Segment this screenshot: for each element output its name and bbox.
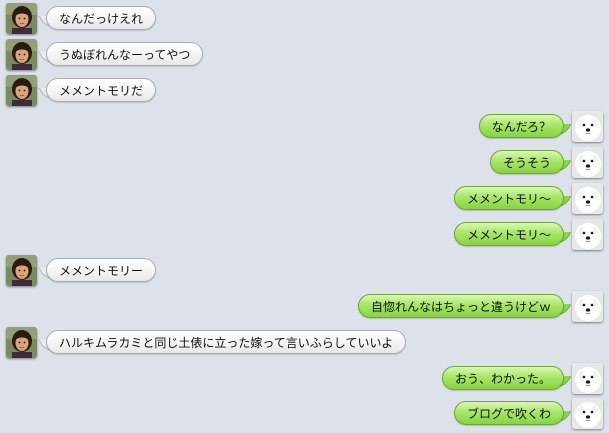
message-text: ブログで吹くわ xyxy=(466,407,551,421)
white-dog-avatar-icon xyxy=(572,111,603,142)
white-dog-avatar-icon xyxy=(572,291,603,322)
message-text: なんだっけえれ xyxy=(59,12,144,26)
incoming-message-bubble: メメントモリだ xyxy=(46,78,157,102)
outgoing-message-bubble: メメントモリ〜 xyxy=(453,222,564,246)
woman-avatar-icon xyxy=(6,3,37,34)
message-row: うぬぼれんなーってやつ xyxy=(0,39,609,73)
outgoing-message-bubble: 自惚れんなはちょっと違うけどｗ xyxy=(357,294,564,318)
message-row: おう、わかった。 xyxy=(0,363,609,397)
incoming-message-bubble: ハルキムラカミと同じ土俵に立った嫁って言いふらしていいよ xyxy=(46,330,407,354)
message-row: 自惚れんなはちょっと違うけどｗ xyxy=(0,291,609,325)
white-dog-avatar-icon xyxy=(572,398,603,429)
message-row: メメントモリ〜 xyxy=(0,219,609,253)
message-text: メメントモリー xyxy=(59,264,144,278)
message-row: なんだろ？ xyxy=(0,111,609,145)
outgoing-message-bubble: おう、わかった。 xyxy=(441,366,564,390)
outgoing-message-bubble: なんだろ？ xyxy=(478,114,564,138)
outgoing-message-bubble: メメントモリ〜 xyxy=(453,186,564,210)
incoming-message-bubble: メメントモリー xyxy=(46,258,157,282)
message-row: なんだっけえれ xyxy=(0,3,609,37)
message-text: うぬぼれんなーってやつ xyxy=(59,48,191,62)
message-text: 自惚れんなはちょっと違うけどｗ xyxy=(370,300,551,314)
message-row: ハルキムラカミと同じ土俵に立った嫁って言いふらしていいよ xyxy=(0,327,609,361)
message-text: メメントモリ〜 xyxy=(466,228,551,242)
message-text: おう、わかった。 xyxy=(454,372,551,386)
white-dog-avatar-icon xyxy=(572,147,603,178)
incoming-message-bubble: うぬぼれんなーってやつ xyxy=(46,42,204,66)
incoming-message-bubble: なんだっけえれ xyxy=(46,6,157,30)
chat-transcript: なんだっけえれ うぬぼれんなーってやつ メメントモリだ なんだろ？ そうそう メ… xyxy=(0,0,609,433)
message-text: そうそう xyxy=(502,156,551,170)
white-dog-avatar-icon xyxy=(572,219,603,250)
woman-avatar-icon xyxy=(6,255,37,286)
message-row: メメントモリ〜 xyxy=(0,183,609,217)
message-text: なんだろ？ xyxy=(491,120,551,134)
woman-avatar-icon xyxy=(6,39,37,70)
message-text: メメントモリ〜 xyxy=(466,192,551,206)
message-row: ブログで吹くわ xyxy=(0,398,609,432)
woman-avatar-icon xyxy=(6,327,37,358)
message-row: メメントモリー xyxy=(0,255,609,289)
outgoing-message-bubble: ブログで吹くわ xyxy=(453,401,564,425)
message-text: メメントモリだ xyxy=(59,84,144,98)
outgoing-message-bubble: そうそう xyxy=(489,150,564,174)
message-row: そうそう xyxy=(0,147,609,181)
woman-avatar-icon xyxy=(6,75,37,106)
white-dog-avatar-icon xyxy=(572,183,603,214)
message-row: メメントモリだ xyxy=(0,75,609,109)
message-text: ハルキムラカミと同じ土俵に立った嫁って言いふらしていいよ xyxy=(59,336,394,350)
white-dog-avatar-icon xyxy=(572,363,603,394)
